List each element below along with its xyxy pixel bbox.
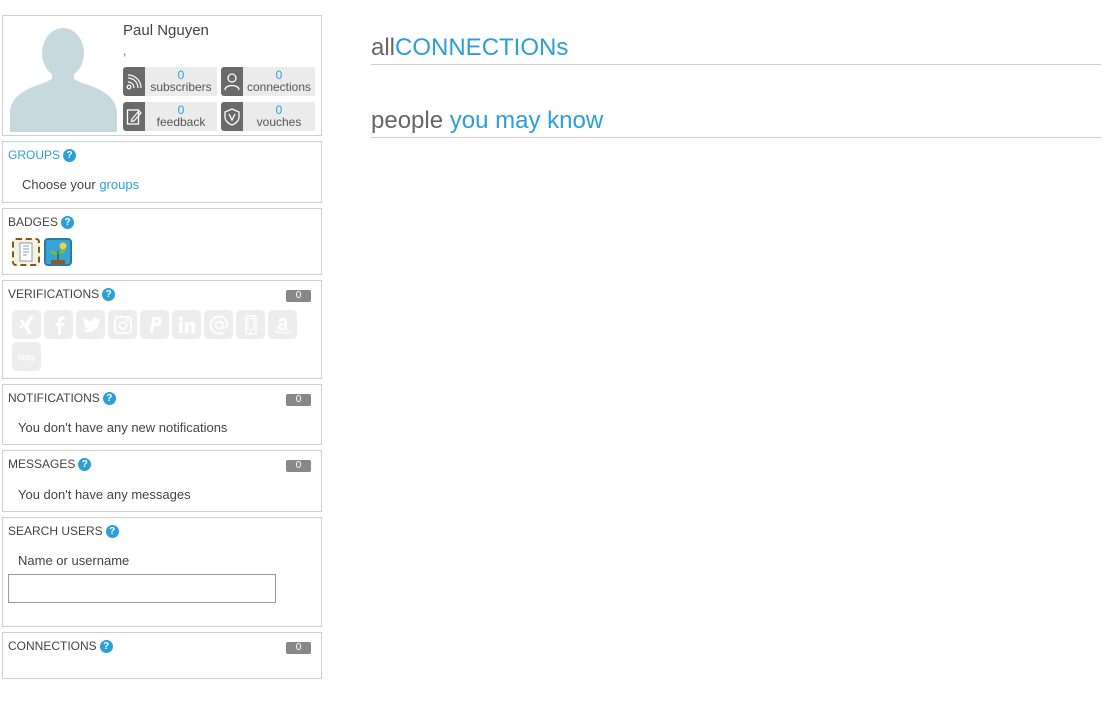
groups-link[interactable]: groups (99, 177, 139, 192)
help-icon[interactable]: ? (99, 639, 113, 653)
badges-panel: BADGES ? (2, 208, 322, 275)
shield-v-icon (221, 102, 243, 131)
default-avatar-icon (10, 28, 117, 132)
stat-label: feedback (156, 115, 206, 129)
stat-feedback[interactable]: 0 feedback (123, 102, 217, 131)
amazon-icon[interactable] (268, 310, 297, 339)
xing-icon[interactable] (12, 310, 41, 339)
sidebar: Paul Nguyen , 0 subscribers 0 connection… (2, 15, 322, 684)
connections-header: CONNECTIONS ? (8, 639, 113, 653)
stat-subscribers[interactable]: 0 subscribers (123, 67, 217, 96)
paypal-icon[interactable] (140, 310, 169, 339)
groups-header: GROUPS ? (8, 148, 77, 162)
verifications-panel: VERIFICATIONS ? 0 ebay (2, 280, 322, 379)
verifications-icons-row-2: ebay (12, 342, 41, 371)
people-you-may-know-heading: people you may know (371, 107, 1101, 138)
twitter-icon[interactable] (76, 310, 105, 339)
help-icon[interactable]: ? (61, 215, 75, 229)
verifications-title: VERIFICATIONS (8, 287, 100, 301)
help-icon[interactable]: ? (78, 457, 92, 471)
edit-icon (123, 102, 145, 131)
connections-title: CONNECTIONS (8, 639, 97, 653)
stat-connections[interactable]: 0 connections (221, 67, 315, 96)
verifications-header: VERIFICATIONS ? (8, 287, 116, 301)
linkedin-icon[interactable] (172, 310, 201, 339)
messages-empty-text: You don't have any messages (18, 487, 191, 502)
notifications-empty-text: You don't have any new notifications (18, 420, 228, 435)
rss-icon (123, 67, 145, 96)
connections-panel: CONNECTIONS ? 0 (2, 632, 322, 679)
stat-label: subscribers (150, 80, 212, 94)
messages-title: MESSAGES (8, 457, 76, 471)
stat-label: connections (246, 80, 312, 94)
search-username-input[interactable] (8, 574, 276, 603)
phone-icon[interactable] (236, 310, 265, 339)
stat-vouches[interactable]: 0 vouches (221, 102, 315, 131)
search-users-title: SEARCH USERS (8, 524, 103, 538)
search-field-label: Name or username (18, 553, 130, 568)
badges-list (12, 238, 72, 266)
stat-label: vouches (256, 115, 302, 129)
messages-count-badge: 0 (286, 460, 311, 472)
sprout-badge-icon[interactable] (44, 238, 72, 266)
help-icon[interactable]: ? (63, 148, 77, 162)
all-connections-prefix: all (371, 34, 396, 61)
groups-panel: GROUPS ? Choose your groups (2, 141, 322, 203)
profile-subtitle: , (123, 44, 127, 58)
help-icon[interactable]: ? (105, 524, 119, 538)
verifications-count-badge: 0 (286, 290, 311, 302)
certificate-badge-icon[interactable] (12, 238, 40, 266)
notifications-count-badge: 0 (286, 394, 311, 406)
instagram-icon[interactable] (108, 310, 137, 339)
groups-title[interactable]: GROUPS (8, 148, 60, 162)
help-icon[interactable]: ? (102, 287, 116, 301)
all-connections-heading: allCONNECTIONs (371, 34, 1101, 65)
help-icon[interactable]: ? (102, 391, 116, 405)
badges-title: BADGES (8, 215, 59, 229)
people-prefix: people (371, 107, 450, 134)
ebay-icon[interactable]: ebay (12, 342, 41, 371)
verifications-icons-row-1 (12, 310, 297, 339)
badges-header: BADGES ? (8, 215, 75, 229)
person-icon (221, 67, 243, 96)
search-users-panel: SEARCH USERS ? Name or username (2, 517, 322, 627)
messages-panel: MESSAGES ? 0 You don't have any messages (2, 450, 322, 512)
all-connections-main: CONNECTIONs (395, 34, 569, 61)
profile-name[interactable]: Paul Nguyen (123, 22, 209, 39)
avatar[interactable] (8, 21, 119, 132)
connections-count-badge: 0 (286, 642, 311, 654)
groups-prompt-text: Choose your (22, 177, 100, 192)
profile-card: Paul Nguyen , 0 subscribers 0 connection… (2, 15, 322, 136)
messages-header: MESSAGES ? (8, 457, 92, 471)
groups-prompt: Choose your groups (22, 177, 139, 192)
notifications-header: NOTIFICATIONS ? (8, 391, 116, 405)
notifications-panel: NOTIFICATIONS ? 0 You don't have any new… (2, 384, 322, 445)
search-users-header: SEARCH USERS ? (8, 524, 119, 538)
email-icon[interactable] (204, 310, 233, 339)
people-main: you may know (449, 107, 604, 134)
facebook-icon[interactable] (44, 310, 73, 339)
notifications-title: NOTIFICATIONS (8, 391, 100, 405)
